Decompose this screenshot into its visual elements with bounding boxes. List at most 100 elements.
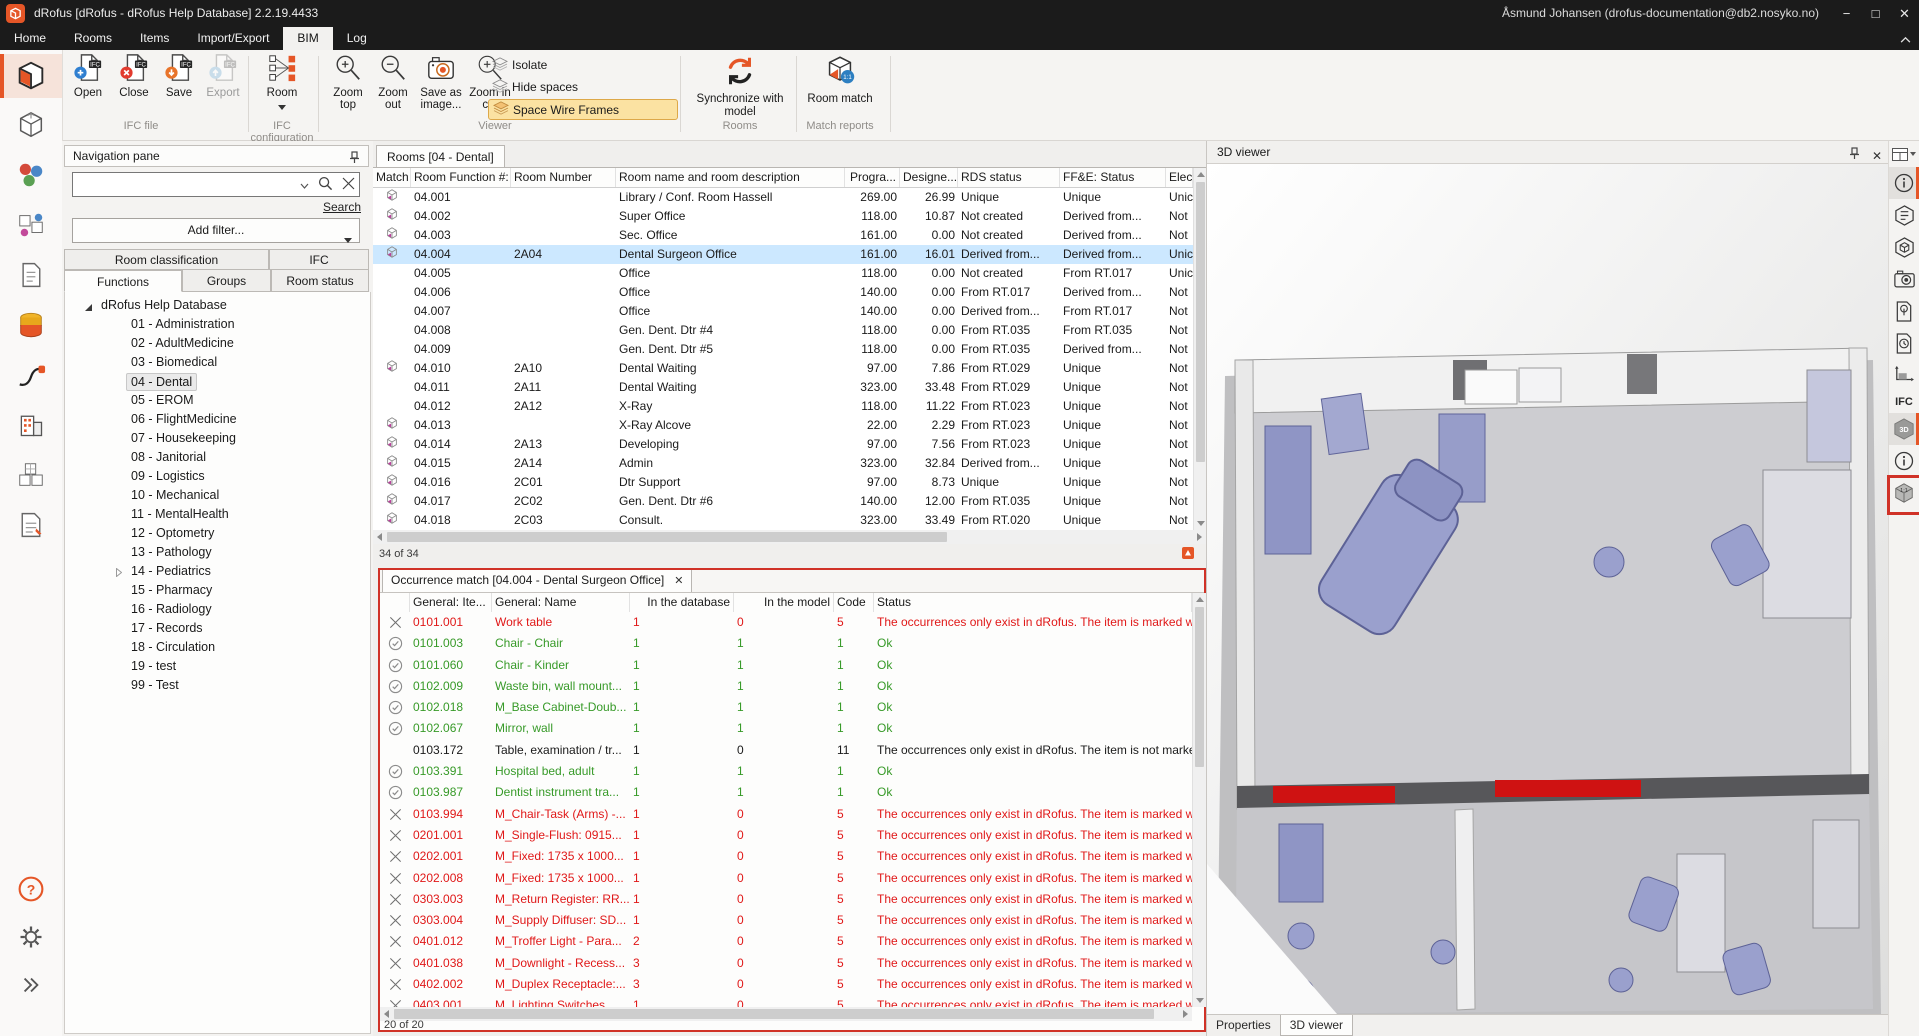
room-row-04.017[interactable]: 04.0172C02Gen. Dent. Dtr #6140.0012.00Fr… [373, 492, 1193, 511]
settings-button[interactable] [12, 918, 50, 956]
rooms-col-match[interactable]: Match [373, 168, 411, 187]
occ-col-status-icon[interactable] [380, 593, 410, 612]
rooms-col-designe[interactable]: Designe... [900, 168, 958, 187]
occ-col-code[interactable]: Code [834, 593, 874, 612]
sidebar-items-module[interactable] [12, 106, 50, 144]
menu-tab-items[interactable]: Items [126, 27, 183, 50]
tree-item-07-housekeeping[interactable]: 07 - Housekeeping [65, 429, 370, 448]
sidebar-occurrences-module[interactable] [12, 206, 50, 244]
isolate-toggle[interactable]: Isolate [488, 55, 676, 75]
occurrence-row-0102.009[interactable]: 0102.009Waste bin, wall mount...111Ok [380, 676, 1192, 697]
occurrence-row-0102.067[interactable]: 0102.067Mirror, wall111Ok [380, 718, 1192, 739]
close-tab-icon[interactable]: ✕ [674, 575, 683, 587]
snapshot-button[interactable] [1889, 263, 1919, 295]
ifc-info-button[interactable] [1889, 445, 1919, 477]
occurrence-row-0303.004[interactable]: 0303.004M_Supply Diffuser: SD...105The o… [380, 910, 1192, 931]
save-ifc-button[interactable]: IFC Save [157, 53, 201, 99]
item-data-button[interactable] [1889, 199, 1919, 231]
properties-info-button[interactable] [1889, 167, 1919, 199]
room-configuration-button[interactable]: Room [256, 53, 308, 113]
export-ifc-button[interactable]: IFC Export [201, 53, 245, 99]
tab-groups[interactable]: Groups [182, 270, 271, 292]
measure-button[interactable] [1889, 359, 1919, 391]
room-row-04.006[interactable]: 04.006Office140.000.00From RT.017Derived… [373, 283, 1193, 302]
tree-item-14-pediatrics[interactable]: 14 - Pediatrics [65, 562, 370, 581]
open-ifc-button[interactable]: IFC Open [66, 53, 110, 99]
occurrence-row-0401.038[interactable]: 0401.038M_Downlight - Recess...305The oc… [380, 953, 1192, 974]
tree-item-05-erom[interactable]: 05 - EROM [65, 391, 370, 410]
sidebar-documents-module[interactable] [12, 256, 50, 294]
maximize-button[interactable]: □ [1861, 0, 1890, 27]
pin-icon[interactable] [349, 150, 360, 170]
minimize-button[interactable]: − [1832, 0, 1861, 27]
scroll-left-icon[interactable] [377, 533, 382, 541]
room-row-04.005[interactable]: 04.005Office118.000.00Not createdFrom RT… [373, 264, 1193, 283]
space-wire-frames-toggle[interactable]: Space Wire Frames [488, 99, 678, 120]
room-row-04.002[interactable]: 04.002Super Office118.0010.87Not created… [373, 207, 1193, 226]
tree-item-13-pathology[interactable]: 13 - Pathology [65, 543, 370, 562]
rooms-col-ff-e-status[interactable]: FF&E: Status [1060, 168, 1166, 187]
search-link[interactable]: Search [323, 200, 361, 214]
tab-ifc[interactable]: IFC [269, 249, 369, 270]
close-button[interactable]: ✕ [1890, 0, 1919, 27]
rooms-col-room-function[interactable]: Room Function #: [411, 168, 511, 187]
room-row-04.004[interactable]: 04.0042A04Dental Surgeon Office161.0016.… [373, 245, 1193, 264]
menu-tab-log[interactable]: Log [333, 27, 381, 50]
occurrence-row-0201.001[interactable]: 0201.001M_Single-Flush: 0915...105The oc… [380, 825, 1192, 846]
occ-col-status[interactable]: Status [874, 593, 1192, 612]
room-row-04.009[interactable]: 04.009Gen. Dent. Dtr #5118.000.00From RT… [373, 340, 1193, 359]
synchronize-with-model-button[interactable]: Synchronize with model [690, 53, 790, 119]
tree-item-03-biomedical[interactable]: 03 - Biomedical [65, 353, 370, 372]
tree-item-06-flightmedicine[interactable]: 06 - FlightMedicine [65, 410, 370, 429]
rooms-col-progra[interactable]: Progra... [845, 168, 900, 187]
zoom-top-button[interactable]: Zoom top [326, 53, 370, 111]
sidebar-reports-module[interactable] [12, 506, 50, 544]
attached-documents-button[interactable] [1889, 295, 1919, 327]
tree-item-99-test[interactable]: 99 - Test [65, 676, 370, 695]
search-icon[interactable] [318, 176, 333, 194]
3d-viewport[interactable] [1207, 164, 1889, 1014]
menu-tab-rooms[interactable]: Rooms [60, 27, 126, 50]
occurrence-row-0101.001[interactable]: 0101.001Work table105The occurrences onl… [380, 612, 1192, 633]
tree-item-18-circulation[interactable]: 18 - Circulation [65, 638, 370, 657]
occurrence-row-0402.002[interactable]: 0402.002M_Duplex Receptacle:...305The oc… [380, 974, 1192, 995]
scroll-right-icon[interactable] [1183, 1010, 1188, 1018]
tree-item-16-radiology[interactable]: 16 - Radiology [65, 600, 370, 619]
room-row-04.001[interactable]: 04.001Library / Conf. Room Hassell269.00… [373, 188, 1193, 207]
room-row-04.011[interactable]: 04.0112A11Dental Waiting323.0033.48From … [373, 378, 1193, 397]
occurrence-vertical-scrollbar[interactable] [1192, 593, 1206, 1007]
zoom-out-button[interactable]: Zoom out [371, 53, 415, 111]
tree-item-19-test[interactable]: 19 - test [65, 657, 370, 676]
scroll-down-icon[interactable] [1197, 521, 1205, 526]
room-match-button[interactable]: 1:1 Room match [806, 53, 874, 106]
occ-col-in-the-database[interactable]: In the database [630, 593, 734, 612]
occurrence-row-0303.003[interactable]: 0303.003M_Return Register: RR...105The o… [380, 889, 1192, 910]
occurrence-row-0101.003[interactable]: 0101.003Chair - Chair111Ok [380, 633, 1192, 654]
room-row-04.015[interactable]: 04.0152A14Admin323.0032.84Derived from..… [373, 454, 1193, 473]
occurrence-row-0103.994[interactable]: 0103.994M_Chair-Task (Arms) -...105The o… [380, 804, 1192, 825]
occurrence-horizontal-scrollbar[interactable] [380, 1007, 1192, 1021]
occurrence-row-0101.060[interactable]: 0101.060Chair - Kinder111Ok [380, 655, 1192, 676]
menu-tab-bim[interactable]: BIM [283, 27, 332, 50]
rooms-col-elect[interactable]: Elect [1166, 168, 1193, 187]
hide-spaces-toggle[interactable]: Hide spaces [488, 77, 676, 97]
tree-item-11-mentalhealth[interactable]: 11 - MentalHealth [65, 505, 370, 524]
occurrence-match-view-button[interactable]: 1:1 [1889, 477, 1919, 509]
search-box[interactable] [72, 172, 360, 197]
occurrence-row-0103.987[interactable]: 0103.987Dentist instrument tra...111Ok [380, 782, 1192, 803]
tree-item-10-mechanical[interactable]: 10 - Mechanical [65, 486, 370, 505]
room-row-04.003[interactable]: 04.003Sec. Office161.000.00Not createdDe… [373, 226, 1193, 245]
tree-item-02-adultmedicine[interactable]: 02 - AdultMedicine [65, 334, 370, 353]
sidebar-systems-module[interactable] [12, 356, 50, 394]
viewer-tab-properties[interactable]: Properties [1207, 1015, 1280, 1036]
sidebar-buildings-module[interactable] [12, 406, 50, 444]
rooms-horizontal-scrollbar[interactable] [373, 530, 1206, 544]
collapse-ribbon-icon[interactable] [1900, 32, 1911, 46]
tab-room-status[interactable]: Room status [271, 270, 369, 292]
sidebar-products-module[interactable] [12, 156, 50, 194]
scroll-right-icon[interactable] [1197, 533, 1202, 541]
tree-item-04-dental[interactable]: 04 - Dental [65, 372, 370, 391]
add-filter-button[interactable]: Add filter... [72, 218, 360, 243]
occurrence-row-0202.008[interactable]: 0202.008M_Fixed: 1735 x 1000...105The oc… [380, 868, 1192, 889]
occurrence-row-0103.391[interactable]: 0103.391Hospital bed, adult111Ok [380, 761, 1192, 782]
